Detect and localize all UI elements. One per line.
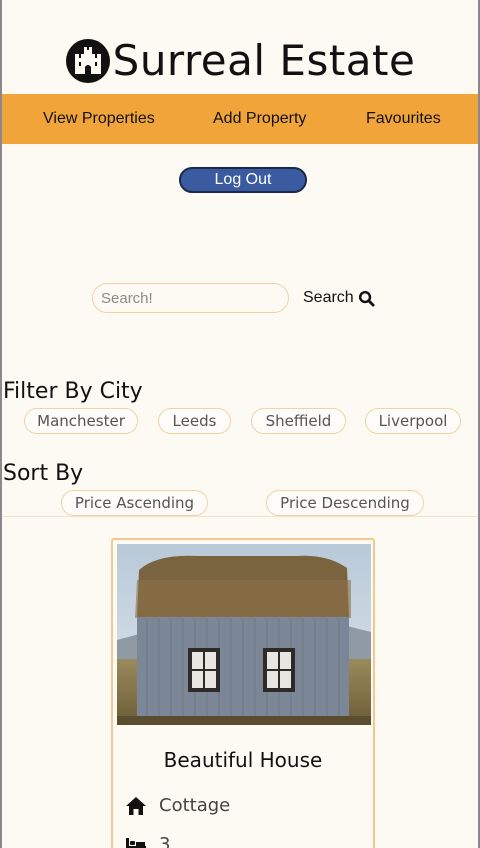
property-type: Cottage [159, 795, 231, 816]
property-type-row: Cottage [125, 795, 230, 816]
filter-heading: Filter By City [3, 379, 143, 404]
property-bedrooms-row: 3 [125, 834, 170, 848]
search-icon [358, 290, 375, 307]
sort-heading: Sort By [3, 461, 84, 486]
property-bedrooms: 3 [159, 834, 171, 848]
bed-icon [126, 837, 146, 848]
property-card[interactable]: Beautiful House Cottage 3 [111, 538, 375, 848]
section-divider [2, 516, 478, 517]
site-title: Surreal Estate [112, 36, 416, 85]
filter-city-manchester[interactable]: Manchester [24, 408, 138, 434]
filter-city-liverpool[interactable]: Liverpool [365, 408, 461, 434]
nav-add-property[interactable]: Add Property [213, 110, 306, 128]
search-input[interactable] [92, 283, 289, 313]
search-button[interactable]: Search [303, 289, 375, 307]
property-title: Beautiful House [163, 748, 323, 772]
property-photo [117, 544, 371, 725]
search-button-label: Search [303, 289, 354, 306]
sort-price-ascending[interactable]: Price Ascending [61, 490, 208, 516]
sort-price-descending[interactable]: Price Descending [266, 490, 424, 516]
nav-view-properties[interactable]: View Properties [43, 110, 155, 128]
house-icon [126, 796, 146, 815]
filter-city-leeds[interactable]: Leeds [158, 408, 231, 434]
castle-icon [65, 38, 110, 83]
site-header: Surreal Estate [0, 36, 480, 85]
logout-button[interactable]: Log Out [179, 167, 307, 193]
main-nav: View Properties Add Property Favourites [2, 94, 478, 144]
nav-favourites[interactable]: Favourites [366, 110, 441, 128]
filter-city-sheffield[interactable]: Sheffield [251, 408, 346, 434]
